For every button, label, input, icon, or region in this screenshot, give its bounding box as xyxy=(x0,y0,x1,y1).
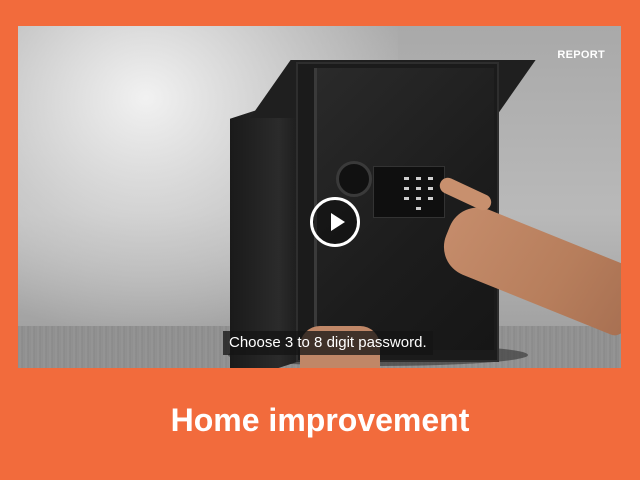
keypad-key xyxy=(416,197,421,200)
keypad-key xyxy=(416,207,421,210)
play-icon xyxy=(331,213,345,231)
keypad-key xyxy=(404,187,409,190)
keypad-key xyxy=(404,197,409,200)
keypad-key xyxy=(404,177,409,180)
video-caption: Choose 3 to 8 digit password. xyxy=(223,331,433,355)
report-button[interactable]: REPORT xyxy=(557,49,605,61)
category-title: Home improvement xyxy=(170,402,470,438)
keypad-key xyxy=(428,187,433,190)
safe-side-panel xyxy=(230,96,300,368)
video-player[interactable]: REPORT Choose 3 to 8 digit password. xyxy=(18,26,621,368)
keypad-key xyxy=(428,177,433,180)
play-button[interactable] xyxy=(310,197,360,247)
safe-handle xyxy=(336,161,372,197)
keypad-key xyxy=(416,187,421,190)
safe-keypad xyxy=(373,166,445,218)
keypad-key xyxy=(416,177,421,180)
keypad-key xyxy=(428,197,433,200)
